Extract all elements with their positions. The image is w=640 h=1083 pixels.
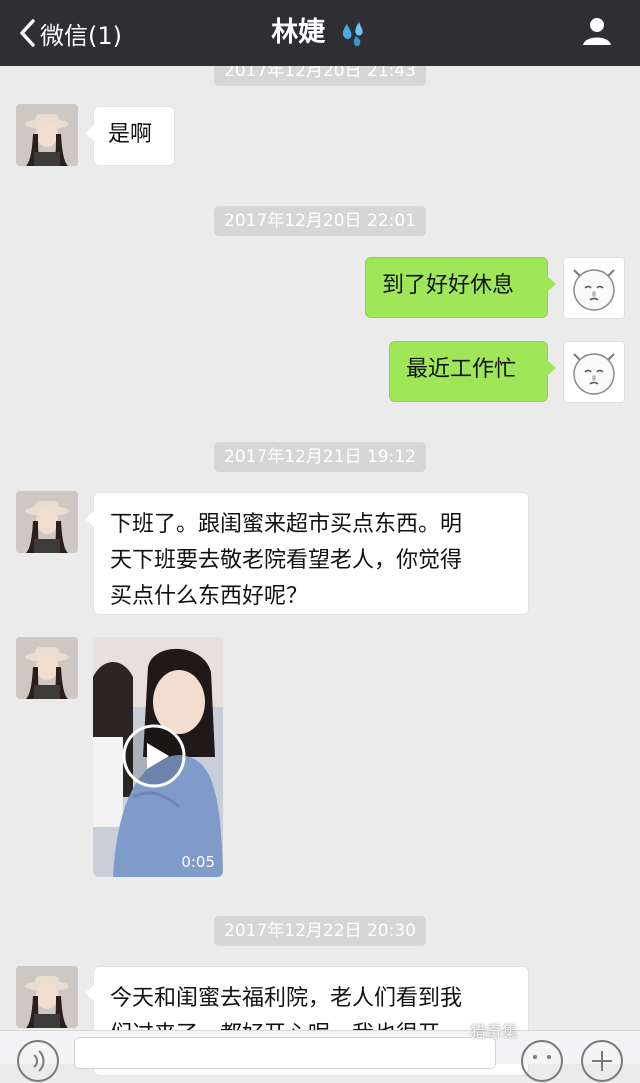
message-bubble-received[interactable]: 是啊 bbox=[85, 106, 175, 166]
message-text: 是啊 bbox=[108, 122, 153, 147]
message-text-line: 买点什么东西好呢？ bbox=[110, 584, 309, 609]
video-duration: 0:05 bbox=[181, 853, 215, 871]
emoji-icon[interactable] bbox=[520, 1039, 564, 1083]
sweat-drops-icon bbox=[342, 21, 363, 46]
timestamp: 2017年12月20日 22:01 bbox=[214, 206, 426, 236]
message-text: 最近工作忙 bbox=[406, 357, 517, 382]
avatar[interactable] bbox=[16, 637, 78, 699]
timestamp: 2017年12月21日 19:12 bbox=[214, 442, 426, 472]
chat-title: 林婕 bbox=[271, 17, 326, 48]
voice-icon[interactable] bbox=[16, 1039, 60, 1083]
message-text-line: 今天和闺蜜去福利院，老人们看到我 bbox=[110, 986, 463, 1011]
message-text-line: 下班了。跟闺蜜来超市买点东西。明 bbox=[110, 512, 463, 537]
message-bubble-received[interactable]: 下班了。跟闺蜜来超市买点东西。明 天下班要去敬老院看望老人，你觉得 买点什么东西… bbox=[85, 492, 529, 615]
profile-button[interactable] bbox=[582, 16, 612, 50]
person-icon bbox=[583, 18, 611, 45]
message-text-line: 天下班要去敬老院看望老人，你觉得 bbox=[110, 548, 463, 573]
message-bubble-sent[interactable]: 到了好好休息 bbox=[365, 257, 556, 318]
self-avatar[interactable] bbox=[563, 341, 625, 403]
message-input[interactable] bbox=[74, 1037, 496, 1069]
chat-header: 微信(1) 林婕 bbox=[0, 0, 640, 66]
video-message[interactable]: 0:05 bbox=[93, 637, 223, 877]
avatar[interactable] bbox=[16, 966, 78, 1028]
avatar[interactable] bbox=[16, 491, 78, 553]
watermark: 猎奇集 bbox=[470, 1022, 519, 1041]
self-avatar[interactable] bbox=[563, 257, 625, 319]
input-bar bbox=[0, 1030, 640, 1082]
plus-icon[interactable] bbox=[580, 1039, 624, 1083]
play-icon[interactable] bbox=[121, 723, 187, 789]
chat-title-wrap: 林婕 bbox=[0, 14, 640, 52]
message-bubble-sent[interactable]: 最近工作忙 bbox=[389, 341, 556, 402]
message-text: 到了好好休息 bbox=[382, 273, 515, 298]
avatar[interactable] bbox=[16, 104, 78, 166]
timestamp: 2017年12月22日 20:30 bbox=[214, 916, 426, 946]
